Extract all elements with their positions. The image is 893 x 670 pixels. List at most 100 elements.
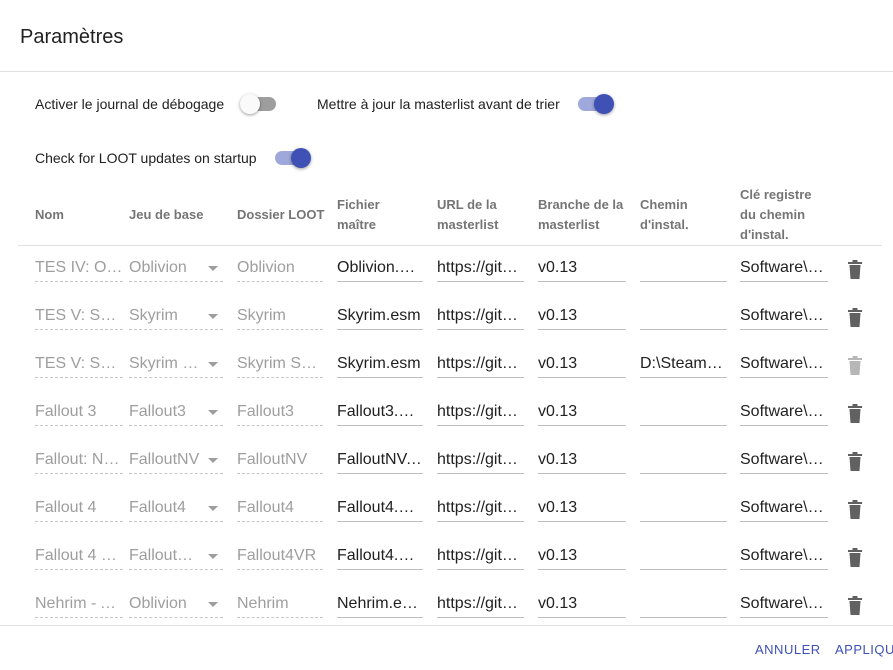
master-file-input[interactable]: Skyrim.esm — [337, 304, 423, 330]
table-row: Fallout 4 VR Fallout4VR Fallout4VR Fallout4… — [0, 534, 893, 582]
header-divider — [0, 71, 893, 72]
registry-key-input[interactable]: Software\Bethesda — [740, 592, 828, 618]
setting-update-masterlist: Mettre à jour la masterlist avant de tri… — [317, 94, 614, 114]
game-name-input: TES V: Skyrim — [35, 304, 123, 330]
masterlist-url-input[interactable]: https://github.com — [437, 544, 524, 570]
game-name-input: Fallout 4 VR — [35, 544, 123, 570]
masterlist-url-input[interactable]: https://github.com — [437, 496, 524, 522]
master-file-input[interactable]: Fallout4.esm — [337, 496, 423, 522]
check-updates-toggle[interactable] — [273, 148, 311, 168]
actions-divider — [0, 625, 893, 626]
game-name-input: Fallout 4 — [35, 496, 123, 522]
header-registry-key: Clé registre du chemin d'instal. — [740, 187, 812, 242]
dropdown-arrow-icon — [208, 554, 218, 559]
trash-icon[interactable] — [847, 308, 863, 328]
header-loot-folder: Dossier LOOT — [237, 207, 325, 222]
registry-key-input[interactable]: Software\Bethesda — [740, 448, 828, 474]
master-file-input[interactable]: Fallout4.esm — [337, 544, 423, 570]
loot-folder-input: FalloutNV — [237, 448, 323, 474]
games-table-header: Nom Jeu de base Dossier LOOT Fichier maî… — [18, 180, 882, 246]
game-name-input: TES IV: Oblivion — [35, 256, 123, 282]
dropdown-arrow-icon — [208, 266, 218, 271]
install-path-input[interactable] — [640, 304, 727, 330]
masterlist-url-input[interactable]: https://github.com — [437, 352, 524, 378]
header-masterlist-url: URL de la masterlist — [437, 197, 499, 232]
dropdown-arrow-icon — [208, 410, 218, 415]
masterlist-branch-input[interactable]: v0.13 — [538, 256, 626, 282]
registry-key-input[interactable]: Software\Bethesda — [740, 400, 828, 426]
loot-folder-input: Oblivion — [237, 256, 323, 282]
install-path-input[interactable]: D:\Steam\steamapps — [640, 352, 727, 378]
registry-key-input[interactable]: Software\Bethesda — [740, 304, 828, 330]
registry-key-input[interactable]: Software\Bethesda — [740, 496, 828, 522]
registry-key-input[interactable]: Software\Bethesda — [740, 352, 828, 378]
loot-folder-input: Fallout4VR — [237, 544, 323, 570]
master-file-input[interactable]: FalloutNV.esm — [337, 448, 423, 474]
header-masterlist-branch: Branche de la masterlist — [538, 197, 624, 232]
master-file-input[interactable]: Nehrim.esm — [337, 592, 423, 618]
install-path-input[interactable] — [640, 256, 727, 282]
table-row: Nehrim - At Fate's EdgeOblivionNehrimNeh… — [0, 582, 893, 630]
masterlist-url-input[interactable]: https://github.com — [437, 448, 524, 474]
trash-icon[interactable] — [847, 500, 863, 520]
header-name: Nom — [35, 207, 64, 222]
game-name-input: TES V: Skyrim Special Edition — [35, 352, 123, 378]
registry-key-input[interactable]: Software\Bethesda — [740, 256, 828, 282]
trash-icon[interactable] — [847, 596, 863, 616]
masterlist-branch-input[interactable]: v0.13 — [538, 592, 626, 618]
install-path-input[interactable] — [640, 448, 727, 474]
setting-debug-logging: Activer le journal de débogage — [35, 94, 277, 114]
masterlist-url-input[interactable]: https://github.com — [437, 400, 524, 426]
header-install-path: Chemin d'instal. — [640, 197, 689, 232]
cancel-button[interactable]: ANNULER — [755, 642, 821, 657]
trash-icon[interactable] — [847, 260, 863, 280]
dropdown-arrow-icon — [208, 362, 218, 367]
trash-icon — [848, 356, 862, 375]
dropdown-arrow-icon — [208, 458, 218, 463]
update-masterlist-label: Mettre à jour la masterlist avant de tri… — [317, 96, 560, 112]
masterlist-url-input[interactable]: https://github.com — [437, 592, 524, 618]
table-row: Fallout: New VegasFalloutNVFalloutNVFall… — [0, 438, 893, 486]
loot-folder-input: Nehrim — [237, 592, 323, 618]
debug-logging-label: Activer le journal de débogage — [35, 96, 225, 112]
masterlist-branch-input[interactable]: v0.13 — [538, 304, 626, 330]
dropdown-arrow-icon — [208, 506, 218, 511]
masterlist-url-input[interactable]: https://github.com — [437, 304, 524, 330]
master-file-input[interactable]: Skyrim.esm — [337, 352, 423, 378]
loot-folder-input: Fallout4 — [237, 496, 323, 522]
setting-check-updates: Check for LOOT updates on startup — [35, 148, 311, 168]
apply-button[interactable]: APPLIQUER — [835, 642, 893, 657]
game-name-input: Nehrim - At Fate's Edge — [35, 592, 123, 618]
master-file-input[interactable]: Oblivion.esm — [337, 256, 423, 282]
install-path-input[interactable] — [640, 400, 727, 426]
dialog-title: Paramètres — [20, 26, 124, 48]
trash-icon[interactable] — [847, 452, 863, 472]
masterlist-branch-input[interactable]: v0.13 — [538, 448, 626, 474]
game-name-input: Fallout: New Vegas — [35, 448, 123, 474]
dropdown-arrow-icon — [208, 602, 218, 607]
master-file-input[interactable]: Fallout3.esm — [337, 400, 423, 426]
masterlist-url-input[interactable]: https://github.com — [437, 256, 524, 282]
table-row: Fallout 4 Fallout4 Fallout4 Fallout4.esm htt… — [0, 486, 893, 534]
registry-key-input[interactable]: Software\Bethesda — [740, 544, 828, 570]
header-base-game: Jeu de base — [129, 207, 204, 222]
table-row: Fallout 3 Fallout3 Fallout3 Fallout3.esm htt… — [0, 390, 893, 438]
loot-folder-input: Skyrim — [237, 304, 323, 330]
install-path-input[interactable] — [640, 496, 727, 522]
install-path-input[interactable] — [640, 592, 727, 618]
debug-logging-toggle[interactable] — [240, 94, 277, 114]
masterlist-branch-input[interactable]: v0.13 — [538, 496, 626, 522]
dropdown-arrow-icon — [208, 314, 218, 319]
trash-icon[interactable] — [847, 548, 863, 568]
masterlist-branch-input[interactable]: v0.13 — [538, 400, 626, 426]
table-row: TES V: SkyrimSkyrimSkyrimSkyrim.esmhttps… — [0, 294, 893, 342]
trash-icon[interactable] — [847, 404, 863, 424]
header-master-file: Fichier maître — [337, 197, 380, 232]
install-path-input[interactable] — [640, 544, 727, 570]
masterlist-branch-input[interactable]: v0.13 — [538, 544, 626, 570]
loot-folder-input: Skyrim Special Edition — [237, 352, 323, 378]
table-row: TES V: Skyrim Special Edition Skyrim Spec… — [0, 342, 893, 390]
masterlist-branch-input[interactable]: v0.13 — [538, 352, 626, 378]
update-masterlist-toggle[interactable] — [576, 94, 614, 114]
table-row: TES IV: OblivionOblivionOblivionOblivion… — [0, 246, 893, 294]
